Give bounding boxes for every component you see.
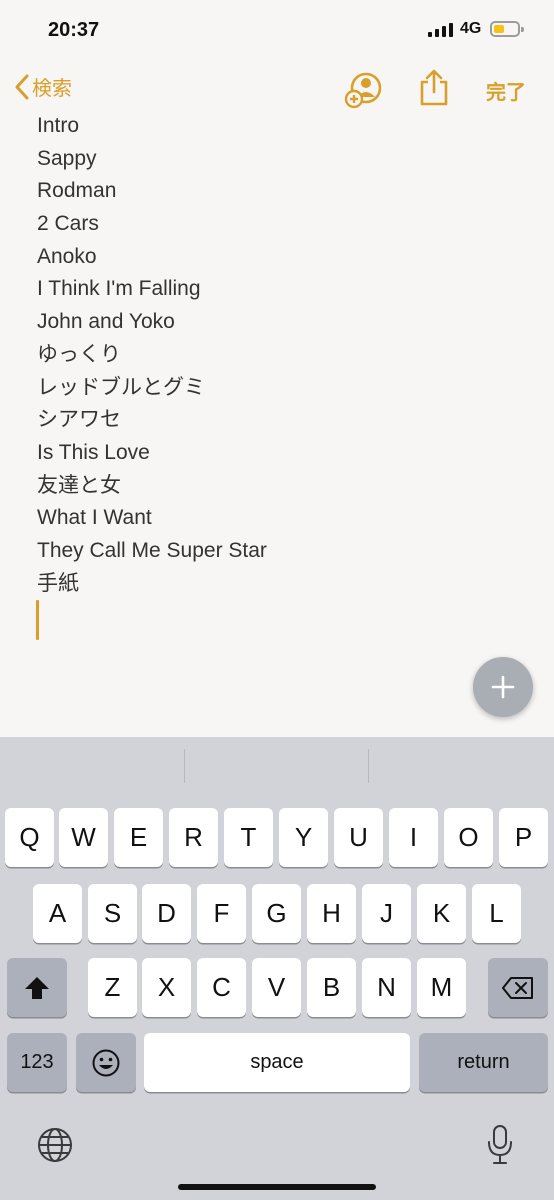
key-s[interactable]: S: [88, 884, 137, 943]
key-v[interactable]: V: [252, 958, 301, 1017]
shift-icon: [25, 976, 49, 999]
dictation-button[interactable]: [485, 1124, 515, 1171]
key-w[interactable]: W: [59, 808, 108, 867]
note-text-area[interactable]: Intro Sappy Rodman 2 Cars Anoko I Think …: [37, 110, 517, 600]
shift-key[interactable]: [7, 958, 67, 1017]
note-line: レッドブルとグミ: [37, 375, 205, 399]
key-z[interactable]: Z: [88, 958, 137, 1017]
key-e[interactable]: E: [114, 808, 163, 867]
status-time: 20:37: [48, 19, 100, 41]
note-line: ゆっくり: [37, 342, 121, 366]
navigation-bar: 検索 完了: [0, 60, 554, 116]
key-d[interactable]: D: [142, 884, 191, 943]
key-y[interactable]: Y: [279, 808, 328, 867]
key-b[interactable]: B: [307, 958, 356, 1017]
cellular-signal-icon: [428, 23, 454, 37]
share-icon: [420, 69, 448, 106]
key-c[interactable]: C: [197, 958, 246, 1017]
add-attachment-button[interactable]: [473, 657, 533, 717]
note-line: 友達と女: [37, 473, 121, 497]
note-line: They Call Me Super Star: [37, 538, 267, 562]
key-l[interactable]: L: [472, 884, 521, 943]
globe-icon: [38, 1128, 72, 1162]
key-h[interactable]: H: [307, 884, 356, 943]
emoji-key[interactable]: [76, 1033, 136, 1092]
predictive-bar: [0, 737, 554, 797]
key-x[interactable]: X: [142, 958, 191, 1017]
note-line: 2 Cars: [37, 212, 99, 236]
key-t[interactable]: T: [224, 808, 273, 867]
key-m[interactable]: M: [417, 958, 466, 1017]
return-key[interactable]: return: [419, 1033, 548, 1092]
key-o[interactable]: O: [444, 808, 493, 867]
numbers-key[interactable]: 123: [7, 1033, 67, 1092]
plus-icon: [491, 675, 515, 699]
key-q[interactable]: Q: [5, 808, 54, 867]
key-p[interactable]: P: [499, 808, 548, 867]
key-g[interactable]: G: [252, 884, 301, 943]
note-line: シアワセ: [37, 408, 121, 432]
space-key[interactable]: space: [144, 1033, 410, 1092]
note-line: Intro: [37, 114, 80, 137]
network-type: 4G: [460, 20, 482, 37]
key-k[interactable]: K: [417, 884, 466, 943]
note-line: Is This Love: [37, 440, 150, 464]
backspace-key[interactable]: [488, 958, 548, 1017]
key-f[interactable]: F: [197, 884, 246, 943]
key-a[interactable]: A: [33, 884, 82, 943]
microphone-icon: [488, 1125, 512, 1164]
back-button[interactable]: 検索: [14, 72, 72, 101]
key-j[interactable]: J: [362, 884, 411, 943]
note-line: What I Want: [37, 506, 152, 530]
emoji-icon: [92, 1049, 120, 1076]
key-n[interactable]: N: [362, 958, 411, 1017]
home-indicator[interactable]: [178, 1184, 376, 1190]
backspace-icon: [502, 976, 533, 999]
note-line: Sappy: [37, 146, 97, 170]
key-u[interactable]: U: [334, 808, 383, 867]
add-person-icon: [344, 72, 382, 109]
chevron-left-icon: [15, 74, 29, 99]
note-line: Rodman: [37, 179, 117, 203]
done-button[interactable]: 完了: [486, 76, 526, 105]
share-button[interactable]: [418, 68, 450, 113]
note-line: John and Yoko: [37, 310, 175, 334]
globe-button[interactable]: [36, 1126, 74, 1169]
key-i[interactable]: I: [389, 808, 438, 867]
note-line: Anoko: [37, 244, 97, 268]
note-line: I Think I'm Falling: [37, 277, 201, 301]
status-bar: 20:37 4G: [0, 0, 554, 60]
note-line: 手紙: [37, 571, 79, 595]
key-r[interactable]: R: [169, 808, 218, 867]
back-label: 検索: [32, 78, 72, 100]
text-cursor: [36, 600, 39, 640]
battery-icon: [490, 21, 524, 37]
add-people-button[interactable]: [342, 68, 384, 115]
